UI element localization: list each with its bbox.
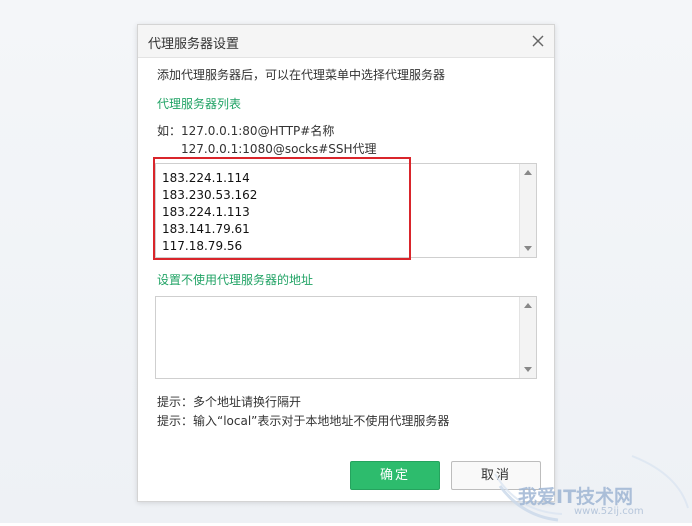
ok-button[interactable]: 确定	[350, 461, 440, 490]
dialog-titlebar: 代理服务器设置	[138, 25, 554, 58]
example-line-1: 如：127.0.0.1:80@HTTP#名称	[157, 124, 335, 138]
watermark-text: 我爱IT技术网	[518, 486, 634, 508]
red-highlight-box	[153, 157, 411, 260]
bypass-list-textarea[interactable]	[155, 296, 537, 379]
scroll-up-arrow-icon[interactable]	[524, 303, 532, 308]
hint-line-2: 提示：输入“local”表示对于本地地址不使用代理服务器	[157, 414, 450, 428]
scroll-up-arrow-icon[interactable]	[524, 170, 532, 175]
scroll-down-arrow-icon[interactable]	[524, 246, 532, 251]
site-watermark: 我爱IT技术网 www.52ij.com	[492, 450, 692, 523]
close-icon[interactable]	[528, 31, 548, 51]
dialog-description: 添加代理服务器后，可以在代理菜单中选择代理服务器	[157, 68, 446, 82]
watermark-url: www.52ij.com	[574, 506, 644, 517]
proxy-list-label: 代理服务器列表	[157, 97, 242, 111]
bypass-list-label: 设置不使用代理服务器的地址	[157, 273, 314, 287]
example-line-2: 127.0.0.1:1080@socks#SSH代理	[181, 142, 377, 156]
dialog-title: 代理服务器设置	[148, 37, 240, 52]
bypass-list-scrollbar[interactable]	[519, 297, 536, 378]
hint-line-1: 提示：多个地址请换行隔开	[157, 395, 302, 409]
scroll-down-arrow-icon[interactable]	[524, 367, 532, 372]
proxy-list-scrollbar[interactable]	[519, 164, 536, 257]
